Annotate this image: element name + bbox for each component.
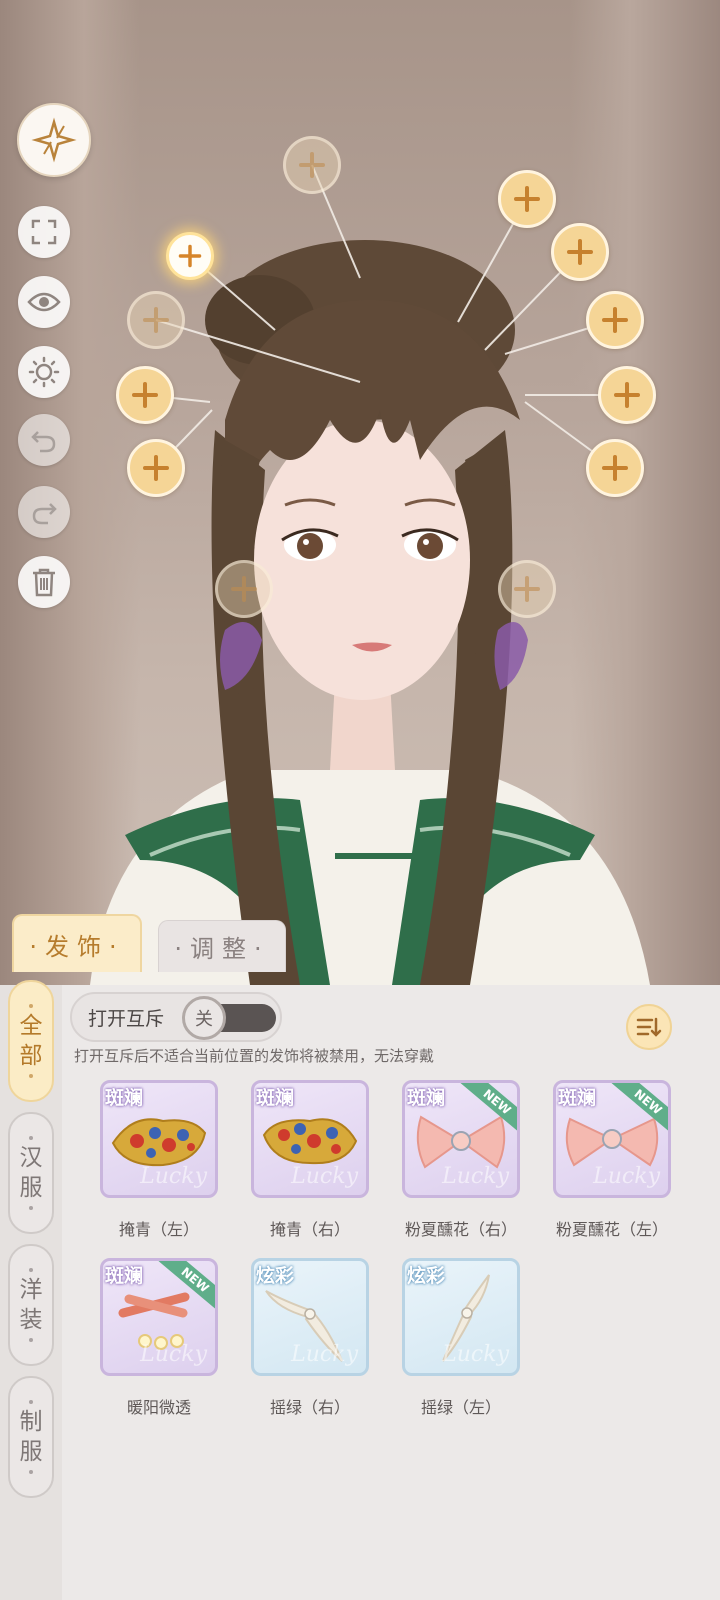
plus-icon: [514, 186, 540, 212]
sidebar-item-hanfu[interactable]: 汉 服: [8, 1112, 54, 1234]
hotspot-plus[interactable]: [215, 560, 273, 618]
decor-dot: [29, 1004, 33, 1008]
sort-button[interactable]: [626, 1004, 672, 1050]
visibility-button[interactable]: [18, 276, 70, 328]
hotspot-plus[interactable]: [498, 560, 556, 618]
rarity-label: 炫彩: [407, 1265, 446, 1287]
plus-icon: [132, 382, 158, 408]
mutex-toggle[interactable]: 打开互斥 关: [70, 992, 282, 1042]
rarity-label: 斑斓: [558, 1087, 597, 1109]
undo-button[interactable]: [18, 414, 70, 466]
decor-dot: [29, 1074, 33, 1078]
sidebar-item-label: 全: [19, 1013, 43, 1039]
plus-icon: [231, 576, 257, 602]
rarity-label: 斑斓: [105, 1265, 144, 1287]
rarity-label: 斑斓: [105, 1087, 144, 1109]
hotspot-plus[interactable]: [127, 291, 185, 349]
watermark-text: Lucky: [442, 1164, 509, 1189]
item-card[interactable]: 斑斓 Lucky NEW: [553, 1080, 671, 1198]
hotspot-plus[interactable]: [283, 136, 341, 194]
fullscreen-button[interactable]: [18, 206, 70, 258]
decor-dot: [29, 1470, 33, 1474]
hotspot-plus[interactable]: [551, 223, 609, 281]
sidebar-item-uniform[interactable]: 制 服: [8, 1376, 54, 1498]
mutex-toggle-label: 打开互斥: [88, 1008, 165, 1030]
item-card[interactable]: 斑斓 Lucky: [251, 1080, 369, 1198]
compass-star-icon: [31, 117, 77, 163]
item-card[interactable]: 炫彩 Lucky: [402, 1258, 520, 1376]
watermark-text: Lucky: [291, 1342, 358, 1367]
sidebar-item-label: 制: [19, 1409, 43, 1435]
plus-icon: [602, 455, 628, 481]
watermark-text: Lucky: [593, 1164, 660, 1189]
watermark-text: Lucky: [140, 1342, 207, 1367]
sidebar-item-label: 服: [19, 1175, 43, 1201]
item-card[interactable]: 斑斓 Lucky: [100, 1080, 218, 1198]
sidebar-item-western[interactable]: 洋 装: [8, 1244, 54, 1366]
sidebar-item-label: 装: [19, 1307, 43, 1333]
sidebar-item-label: 洋: [19, 1277, 43, 1303]
item-card[interactable]: 斑斓 Lucky NEW: [100, 1258, 218, 1376]
hotspot-plus[interactable]: [586, 291, 644, 349]
plus-icon: [567, 239, 593, 265]
redo-icon: [32, 503, 57, 525]
lighting-icon: [28, 356, 60, 388]
item-name: 粉夏醺花（左）: [555, 1220, 668, 1239]
plus-icon: [143, 455, 169, 481]
hotspot-plus[interactable]: [116, 366, 174, 424]
decor-dot: [29, 1338, 33, 1342]
item-name: 掩青（右）: [269, 1220, 350, 1239]
sidebar-item-label: 部: [19, 1043, 43, 1069]
lighting-button[interactable]: [18, 346, 70, 398]
item-name: 摇绿（左）: [420, 1398, 501, 1417]
hotspot-plus-active[interactable]: [166, 232, 214, 280]
plus-icon: [602, 307, 628, 333]
item-name: 暖阳微透: [126, 1398, 191, 1417]
plus-icon: [299, 152, 325, 178]
item-name: 摇绿（右）: [269, 1398, 350, 1417]
sort-icon: [636, 1017, 662, 1037]
decor-dot: [29, 1268, 33, 1272]
hotspot-plus[interactable]: [586, 439, 644, 497]
rarity-label: 斑斓: [256, 1087, 295, 1109]
undo-icon: [31, 431, 56, 453]
sidebar-item-label: 服: [19, 1439, 43, 1465]
item-card[interactable]: 炫彩 Lucky: [251, 1258, 369, 1376]
tab-hair-accessories[interactable]: ·发饰·: [12, 914, 142, 972]
tab-adjust[interactable]: ·调整·: [158, 920, 286, 972]
item-card[interactable]: 斑斓 Lucky NEW: [402, 1080, 520, 1198]
menu-logo-button[interactable]: [17, 103, 91, 177]
watermark-text: Lucky: [442, 1342, 509, 1367]
sidebar-item-all[interactable]: 全 部: [8, 980, 54, 1102]
rarity-label: 炫彩: [256, 1265, 295, 1287]
plus-icon: [614, 382, 640, 408]
hotspot-plus[interactable]: [498, 170, 556, 228]
watermark-text: Lucky: [140, 1164, 207, 1189]
hotspot-plus[interactable]: [127, 439, 185, 497]
rarity-label: 斑斓: [407, 1087, 446, 1109]
item-name: 掩青（左）: [118, 1220, 199, 1239]
delete-button[interactable]: [18, 556, 70, 608]
plus-icon: [178, 244, 202, 268]
decor-dot: [29, 1400, 33, 1404]
sidebar-item-label: 汉: [19, 1145, 43, 1171]
eye-icon: [27, 292, 61, 312]
watermark-text: Lucky: [291, 1164, 358, 1189]
decor-dot: [29, 1206, 33, 1210]
character-preview[interactable]: [0, 0, 720, 985]
decor-dot: [29, 1136, 33, 1140]
fullscreen-icon: [31, 219, 57, 245]
item-name: 粉夏醺花（右）: [404, 1220, 517, 1239]
plus-icon: [514, 576, 540, 602]
mutex-hint: 打开互斥后不适合当前位置的发饰将被禁用，无法穿戴: [74, 1047, 435, 1065]
hotspot-plus[interactable]: [598, 366, 656, 424]
redo-button[interactable]: [18, 486, 70, 538]
plus-icon: [143, 307, 169, 333]
trash-icon: [33, 568, 55, 597]
toggle-knob[interactable]: 关: [182, 996, 226, 1040]
